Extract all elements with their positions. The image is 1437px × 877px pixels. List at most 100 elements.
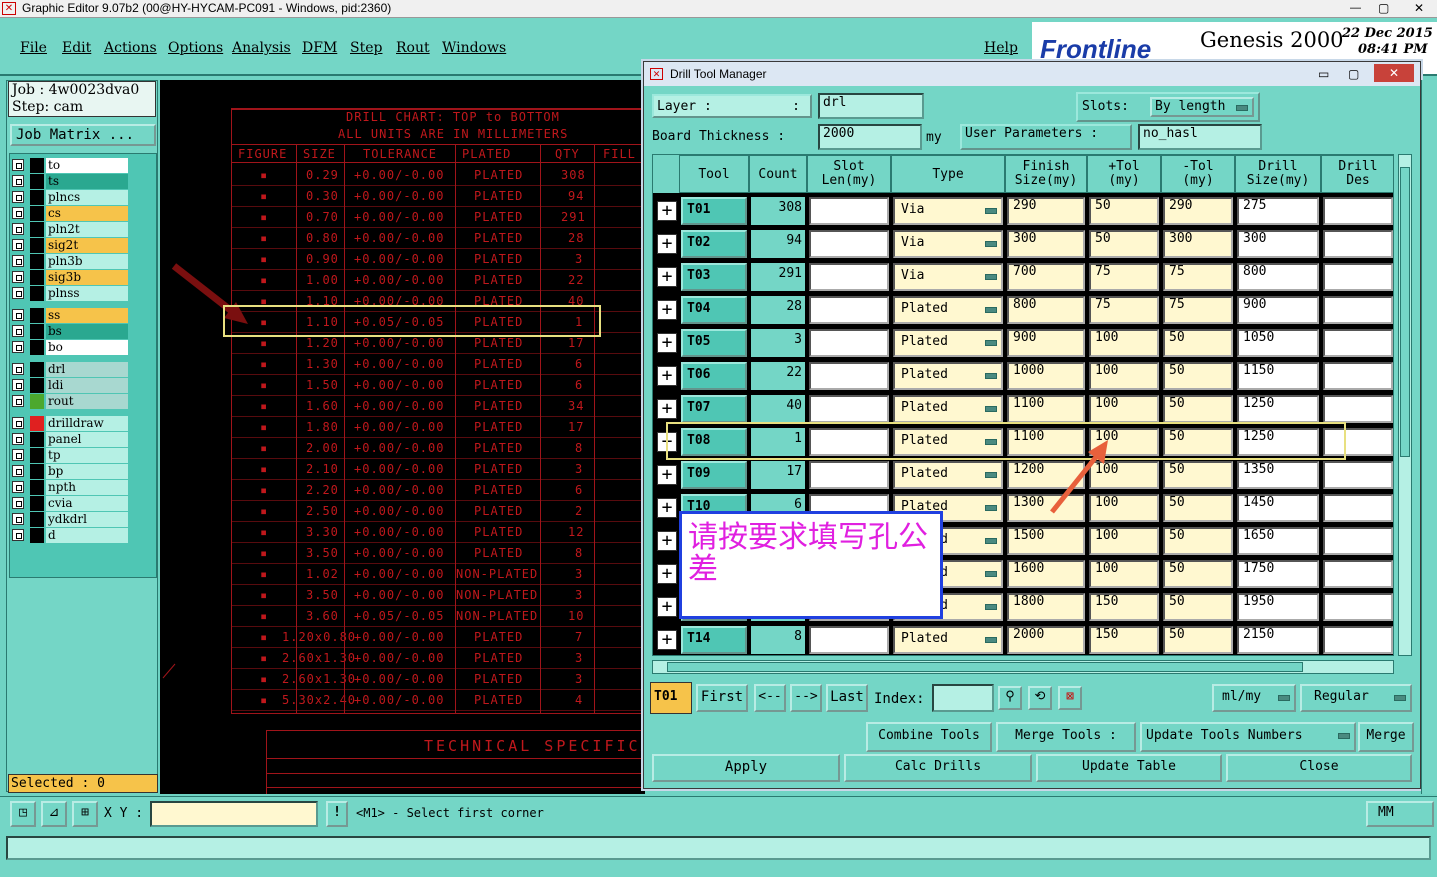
job-matrix-button[interactable]: Job Matrix ... [10, 124, 156, 146]
graphic-canvas[interactable]: DRILL CHART: TOP to BOTTOM ALL UNITS ARE… [160, 80, 645, 794]
layer-checkbox[interactable] [12, 341, 24, 353]
finish-size-input[interactable]: 300 [1007, 230, 1085, 258]
minus-tol-input[interactable]: 50 [1163, 362, 1233, 390]
update-numbers-dropdown[interactable]: Update Tools Numbers [1140, 722, 1356, 752]
plus-tol-input[interactable]: 150 [1089, 626, 1159, 654]
snap-tool-icon[interactable]: ◳ [10, 801, 36, 827]
drill-des-input[interactable] [1323, 527, 1393, 555]
layer-name[interactable]: ldi [46, 378, 128, 393]
layer-name[interactable]: bo [46, 340, 128, 355]
column-header[interactable]: Drill Des [1321, 155, 1393, 193]
plus-tol-input[interactable]: 100 [1089, 395, 1159, 423]
minus-tol-input[interactable]: 75 [1163, 296, 1233, 324]
plus-tol-input[interactable]: 50 [1089, 197, 1159, 225]
layer-checkbox[interactable] [12, 395, 24, 407]
menu-rout[interactable]: Rout [396, 40, 430, 56]
units-select[interactable]: MM [1366, 801, 1434, 827]
type-select[interactable]: Plated [893, 395, 1003, 423]
finish-size-input[interactable]: 1000 [1007, 362, 1085, 390]
layer-checkbox[interactable] [12, 363, 24, 375]
type-select[interactable]: Plated [893, 362, 1003, 390]
slot-length-input[interactable] [809, 329, 889, 357]
expand-row-icon[interactable]: + [657, 267, 677, 287]
expand-row-icon[interactable]: + [657, 333, 677, 353]
minus-tol-input[interactable]: 50 [1163, 593, 1233, 621]
plus-tol-input[interactable]: 100 [1089, 527, 1159, 555]
layer-checkbox[interactable] [12, 433, 24, 445]
grid-tool-icon[interactable]: ⊞ [72, 801, 98, 827]
drill-size-input[interactable]: 1050 [1237, 329, 1319, 357]
drill-size-input[interactable]: 1750 [1237, 560, 1319, 588]
calc-drills-button[interactable]: Calc Drills [844, 754, 1032, 782]
drill-des-input[interactable] [1323, 395, 1393, 423]
layer-row-ss[interactable]: ss [12, 308, 130, 323]
layer-name[interactable]: d [46, 528, 128, 543]
apply-button[interactable]: Apply [652, 754, 840, 782]
delete-icon[interactable]: ⊠ [1058, 686, 1082, 710]
layer-name[interactable]: panel [46, 432, 128, 447]
drill-size-input[interactable]: 1250 [1237, 395, 1319, 423]
expand-row-icon[interactable]: + [657, 597, 677, 617]
slot-length-input[interactable] [809, 626, 889, 654]
type-select[interactable]: Plated [893, 296, 1003, 324]
expand-row-icon[interactable]: + [657, 630, 677, 650]
user-params-input[interactable]: no_hasl [1138, 124, 1262, 150]
slot-length-input[interactable] [809, 263, 889, 291]
expand-row-icon[interactable]: + [657, 531, 677, 551]
minimize-button[interactable]: — [1350, 0, 1372, 16]
close-dialog-button[interactable]: Close [1226, 754, 1412, 782]
last-button[interactable]: Last [826, 684, 868, 712]
minus-tol-input[interactable]: 50 [1163, 461, 1233, 489]
layer-checkbox[interactable] [12, 529, 24, 541]
layer-row-pln2t[interactable]: pln2t [12, 222, 130, 237]
layer-row-bp[interactable]: bp [12, 464, 130, 479]
layer-name[interactable]: sig3b [46, 270, 128, 285]
layer-name[interactable]: bs [46, 324, 128, 339]
layer-name[interactable]: npth [46, 480, 128, 495]
tool-id[interactable]: T04 [681, 296, 747, 324]
drill-size-input[interactable]: 300 [1237, 230, 1319, 258]
drill-des-input[interactable] [1323, 461, 1393, 489]
layer-row-cs[interactable]: cs [12, 206, 130, 221]
layer-name[interactable]: cs [46, 206, 128, 221]
dialog-maximize-button[interactable]: ▢ [1348, 62, 1359, 86]
finish-size-input[interactable]: 700 [1007, 263, 1085, 291]
drill-des-input[interactable] [1323, 263, 1393, 291]
layer-row-pln3b[interactable]: pln3b [12, 254, 130, 269]
tool-id[interactable]: T09 [681, 461, 747, 489]
drill-des-input[interactable] [1323, 560, 1393, 588]
expand-row-icon[interactable]: + [657, 234, 677, 254]
vertical-scrollbar[interactable] [1398, 154, 1412, 656]
layer-name[interactable]: rout [46, 394, 128, 409]
layer-row-ldi[interactable]: ldi [12, 378, 130, 393]
layer-checkbox[interactable] [12, 379, 24, 391]
plus-tol-input[interactable]: 100 [1089, 362, 1159, 390]
menu-windows[interactable]: Windows [442, 40, 506, 56]
drill-des-input[interactable] [1323, 296, 1393, 324]
index-input[interactable] [932, 684, 994, 712]
drill-size-input[interactable]: 1450 [1237, 494, 1319, 522]
minus-tol-input[interactable]: 50 [1163, 329, 1233, 357]
layer-row-plncs[interactable]: plncs [12, 190, 130, 205]
type-select[interactable]: Via [893, 263, 1003, 291]
layer-name[interactable]: plnss [46, 286, 128, 301]
layer-checkbox[interactable] [12, 465, 24, 477]
layer-row-bs[interactable]: bs [12, 324, 130, 339]
expand-row-icon[interactable]: + [657, 300, 677, 320]
column-header[interactable]: -Tol (my) [1161, 155, 1235, 193]
plus-tol-input[interactable]: 100 [1089, 329, 1159, 357]
layer-row-sig2t[interactable]: sig2t [12, 238, 130, 253]
drill-des-input[interactable] [1323, 197, 1393, 225]
tool-id[interactable]: T01 [681, 197, 747, 225]
maximize-button[interactable]: ▢ [1378, 0, 1400, 16]
layer-checkbox[interactable] [12, 159, 24, 171]
layer-checkbox[interactable] [12, 175, 24, 187]
board-thickness-input[interactable]: 2000 [818, 124, 922, 150]
drill-size-input[interactable]: 900 [1237, 296, 1319, 324]
layer-checkbox[interactable] [12, 449, 24, 461]
layer-checkbox[interactable] [12, 191, 24, 203]
minus-tol-input[interactable]: 290 [1163, 197, 1233, 225]
type-select[interactable]: Plated [893, 626, 1003, 654]
units-dropdown[interactable]: ml/my [1212, 684, 1296, 712]
type-select[interactable]: Plated [893, 461, 1003, 489]
